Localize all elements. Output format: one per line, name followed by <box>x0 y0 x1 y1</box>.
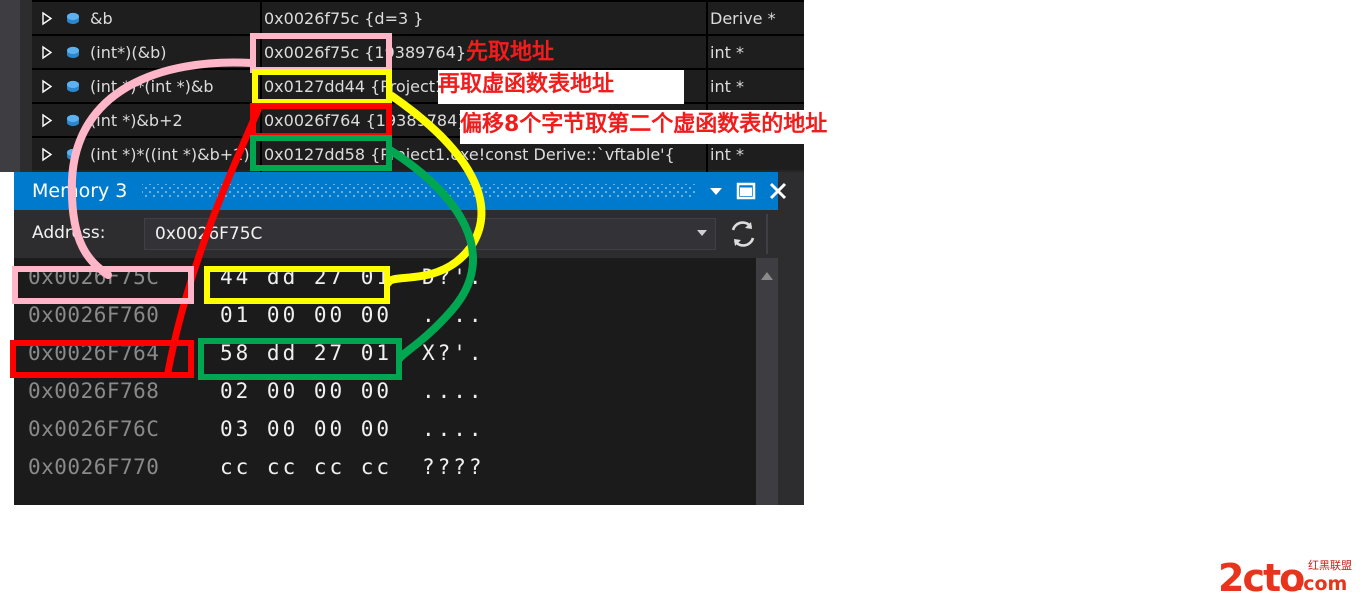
watermark-tld: .com <box>1296 573 1348 595</box>
watch-type: Derive * <box>710 9 776 28</box>
toolbar-separator <box>766 214 768 254</box>
memory-address: 0x0026F75C <box>28 265 160 289</box>
watch-gutter <box>0 0 20 172</box>
expander-arrow-icon[interactable] <box>40 113 54 128</box>
memory-row[interactable]: 0x0026F770 cc cc cc cc ???? <box>14 448 756 486</box>
memory-window: Memory 3 Address: 0x0026F75C ▸▸ 0x0026F7… <box>14 172 804 505</box>
watch-type: int * <box>710 111 744 130</box>
watch-type: int * <box>710 77 744 96</box>
memory-hex: 02 00 00 00 <box>220 379 393 403</box>
expander-arrow-icon[interactable] <box>40 147 54 162</box>
memory-address: 0x0026F760 <box>28 303 160 327</box>
variable-icon <box>64 78 82 96</box>
address-input[interactable]: 0x0026F75C <box>144 218 716 250</box>
memory-right-strip <box>778 210 804 505</box>
expander-arrow-icon[interactable] <box>40 45 54 60</box>
expander-arrow-icon[interactable] <box>40 11 54 26</box>
memory-row[interactable]: 0x0026F76C 03 00 00 00 .... <box>14 410 756 448</box>
memory-address: 0x0026F768 <box>28 379 160 403</box>
expander-arrow-icon[interactable] <box>40 79 54 94</box>
table-row[interactable]: (int *)*((int *)&b+2) 0x0127dd58 {Projec… <box>32 136 804 170</box>
memory-scrollbar[interactable] <box>756 258 778 505</box>
watch-value: 0x0127dd44 {Project1.exe!const Derive::`… <box>264 77 675 96</box>
memory-dump-body[interactable]: 0x0026F75C 44 dd 27 01 D?'. 0x0026F760 0… <box>14 258 756 505</box>
memory-ascii: .... <box>422 303 485 327</box>
memory-ascii: .... <box>422 417 485 441</box>
column-separator-type[interactable] <box>706 0 708 172</box>
watermark-brand: 2cto <box>1218 556 1305 600</box>
memory-ascii: .... <box>422 379 485 403</box>
watermark-cn: 红黑联盟 <box>1308 559 1352 572</box>
float-window-icon[interactable] <box>734 180 758 202</box>
table-row[interactable]: &b 0x0026f75c {d=3 } Derive * <box>32 0 804 34</box>
watch-value: 0x0127dd58 {Project1.exe!const Derive::`… <box>264 145 675 164</box>
memory-hex: 01 00 00 00 <box>220 303 393 327</box>
memory-ascii: ???? <box>422 455 485 479</box>
memory-address: 0x0026F764 <box>28 341 160 365</box>
memory-hex: cc cc cc cc <box>220 455 393 479</box>
memory-row[interactable]: 0x0026F760 01 00 00 00 .... <box>14 296 756 334</box>
scroll-up-arrow-icon[interactable] <box>760 266 774 280</box>
memory-address: 0x0026F770 <box>28 455 160 479</box>
watch-name: (int *)*((int *)&b+2) <box>90 145 250 164</box>
chevron-down-icon[interactable] <box>704 180 728 202</box>
watch-value: 0x0026f75c {d=3 } <box>264 9 424 28</box>
close-icon[interactable] <box>766 180 790 202</box>
watch-name: (int*)(&b) <box>90 43 167 62</box>
watch-value: 0x0026f75c {19389764} <box>264 43 467 62</box>
memory-row[interactable]: 0x0026F768 02 00 00 00 .... <box>14 372 756 410</box>
drag-dots-decoration <box>142 184 696 198</box>
memory-ascii: D?'. <box>422 265 485 289</box>
memory-ascii: X?'. <box>422 341 485 365</box>
watch-window: &b 0x0026f75c {d=3 } Derive * (int*)(&b)… <box>0 0 804 172</box>
watch-name: (int *)*(int *)&b <box>90 77 214 96</box>
memory-row[interactable]: 0x0026F764 58 dd 27 01 X?'. <box>14 334 756 372</box>
watch-type: int * <box>710 43 744 62</box>
table-row[interactable]: (int *)&b+2 0x0026f764 {19389784} int * <box>32 102 804 136</box>
memory-address: 0x0026F76C <box>28 417 160 441</box>
memory-hex: 58 dd 27 01 <box>220 341 393 365</box>
variable-icon <box>64 146 82 164</box>
memory-hex: 03 00 00 00 <box>220 417 393 441</box>
column-separator-value[interactable] <box>260 0 262 172</box>
address-label: Address: <box>32 223 106 243</box>
table-row[interactable]: (int *)*(int *)&b 0x0127dd44 {Project1.e… <box>32 68 804 102</box>
watch-type: int * <box>710 145 744 164</box>
variable-icon <box>64 10 82 28</box>
memory-title-bar[interactable]: Memory 3 <box>14 172 787 210</box>
watch-name: &b <box>90 9 113 28</box>
chevron-down-icon[interactable] <box>697 230 707 236</box>
table-row[interactable]: (int*)(&b) 0x0026f75c {19389764} int * <box>32 34 804 68</box>
reload-icon[interactable] <box>726 218 760 250</box>
variable-icon <box>64 44 82 62</box>
watch-value: 0x0026f764 {19389784} <box>264 111 468 130</box>
variable-icon <box>64 112 82 130</box>
watermark: 2cto .com 红黑联盟 <box>1218 556 1358 600</box>
watch-name: (int *)&b+2 <box>90 111 183 130</box>
memory-hex: 44 dd 27 01 <box>220 265 393 289</box>
memory-row[interactable]: 0x0026F75C 44 dd 27 01 D?'. <box>14 258 756 296</box>
watch-gutter-inner <box>20 0 32 172</box>
memory-window-title: Memory 3 <box>32 180 128 202</box>
address-input-value: 0x0026F75C <box>155 224 263 244</box>
